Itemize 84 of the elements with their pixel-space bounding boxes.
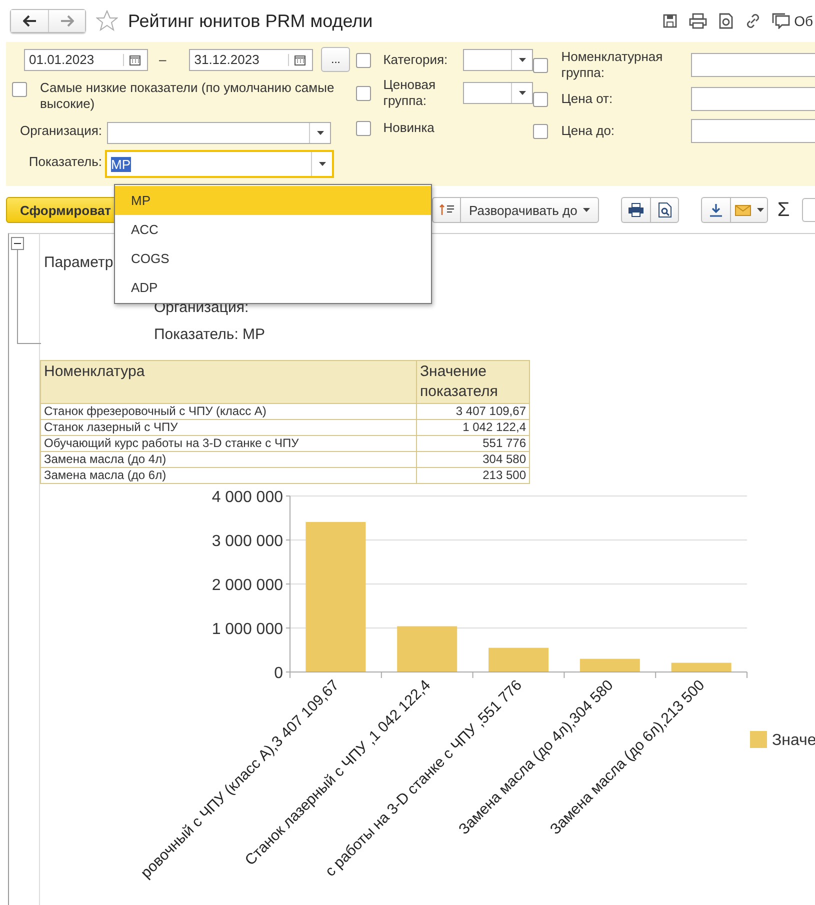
date-separator: –	[159, 52, 166, 67]
table-cell: 213 500	[416, 468, 530, 484]
preview-icon	[658, 202, 672, 218]
input-field[interactable]	[691, 119, 815, 143]
period-button[interactable]: ...	[321, 47, 350, 72]
calendar-icon[interactable]	[288, 54, 306, 66]
table-cell: 1 042 122,4	[416, 420, 530, 436]
checkbox-label: Цена от:	[561, 91, 614, 107]
download-icon	[709, 203, 724, 217]
window-title: Рейтинг юнитов PRM модели	[128, 10, 373, 32]
field-label: Показатель:	[28, 154, 102, 168]
save-icon[interactable]	[662, 13, 678, 29]
checkbox-label: Категория:	[383, 52, 449, 68]
printer-icon	[628, 203, 644, 217]
preview-button[interactable]	[650, 197, 680, 223]
select-field[interactable]	[463, 49, 534, 71]
sum-button[interactable]: Σ	[777, 198, 790, 222]
table-cell: Станок лазерный с ЧПУ	[40, 420, 416, 436]
toolbar-button[interactable]	[802, 198, 815, 222]
expand-dropdown-button[interactable]: Разворачивать до	[460, 197, 600, 223]
back-arrow-icon	[22, 15, 36, 27]
caret-icon	[318, 162, 326, 166]
input-field[interactable]	[691, 87, 815, 111]
caret-icon	[518, 91, 526, 95]
y-axis-label: 4 000 000	[212, 489, 283, 506]
star-icon[interactable]	[96, 10, 118, 32]
parameter-text: Организация:	[154, 299, 250, 318]
envelope-icon	[734, 204, 751, 216]
date-from-field[interactable]: 01.01.2023	[24, 48, 148, 70]
organization-field[interactable]	[107, 122, 331, 144]
input-field[interactable]	[691, 53, 815, 77]
checkbox-label: Ценовая группа:	[383, 77, 437, 109]
y-axis-label: 0	[274, 665, 283, 682]
y-axis-label: 1 000 000	[212, 621, 283, 638]
date-to-field[interactable]: 31.12.2023	[189, 48, 314, 70]
dropdown-option[interactable]: MP	[115, 186, 431, 215]
table-cell: 551 776	[416, 436, 530, 452]
checkbox[interactable]	[533, 92, 548, 106]
sort-icon	[438, 204, 454, 216]
checkbox-label: Самые низкие показатели (по умолчанию самые высокие)	[40, 80, 336, 112]
checkbox-label: Цена до:	[561, 123, 616, 139]
table-cell: Замена масла (до 6л)	[40, 468, 416, 484]
caret-icon	[756, 208, 764, 212]
print-icon[interactable]	[689, 13, 708, 29]
caret-icon	[583, 208, 590, 212]
calendar-icon[interactable]	[123, 54, 141, 66]
table-cell: 3 407 109,67	[416, 404, 530, 420]
back-button[interactable]	[11, 10, 48, 32]
discuss-button[interactable]: Об	[772, 13, 813, 29]
y-axis-label: 3 000 000	[212, 533, 283, 550]
table-cell: Обучающий курс работы на 3-D станке с ЧПУ	[40, 436, 416, 452]
parameters-heading: Параметр	[44, 254, 114, 271]
caret-icon	[518, 58, 526, 62]
print-button[interactable]	[621, 197, 650, 223]
download-button[interactable]	[701, 197, 730, 223]
field-label: Организация:	[18, 122, 102, 138]
collapse-icon[interactable]	[11, 237, 24, 250]
table-cell: Замена масла (до 4л)	[40, 452, 416, 468]
checkbox[interactable]	[533, 124, 548, 138]
checkbox[interactable]	[12, 82, 27, 97]
checkbox[interactable]	[356, 52, 372, 68]
table-cell: Станок фрезеровочный с ЧПУ (класс А)	[40, 404, 416, 420]
column-header: Значение показателя	[416, 360, 530, 404]
checkbox-label: Новинка	[383, 120, 436, 136]
indicator-field[interactable]: MP	[105, 150, 334, 178]
parameter-text: Показатель: MP	[154, 326, 266, 345]
checkbox[interactable]	[533, 58, 548, 72]
y-axis-label: 2 000 000	[212, 577, 283, 594]
forward-arrow-icon	[60, 15, 74, 27]
dropdown-option[interactable]: COGS	[115, 244, 431, 273]
table-cell: 304 580	[416, 452, 530, 468]
select-field[interactable]	[463, 82, 534, 104]
preview-icon[interactable]	[718, 13, 734, 29]
column-header: Номенклатура	[40, 360, 416, 404]
checkbox[interactable]	[356, 120, 372, 136]
caret-icon	[316, 131, 324, 135]
email-dropdown-button[interactable]	[730, 197, 768, 223]
link-icon[interactable]	[745, 13, 762, 29]
comment-icon	[772, 13, 790, 29]
selected-value: MP	[111, 156, 130, 172]
checkbox-label: Номенклатурная группа:	[561, 49, 664, 81]
dropdown-option[interactable]: ADP	[115, 273, 431, 302]
checkbox[interactable]	[356, 86, 372, 100]
sort-button[interactable]	[432, 197, 460, 223]
